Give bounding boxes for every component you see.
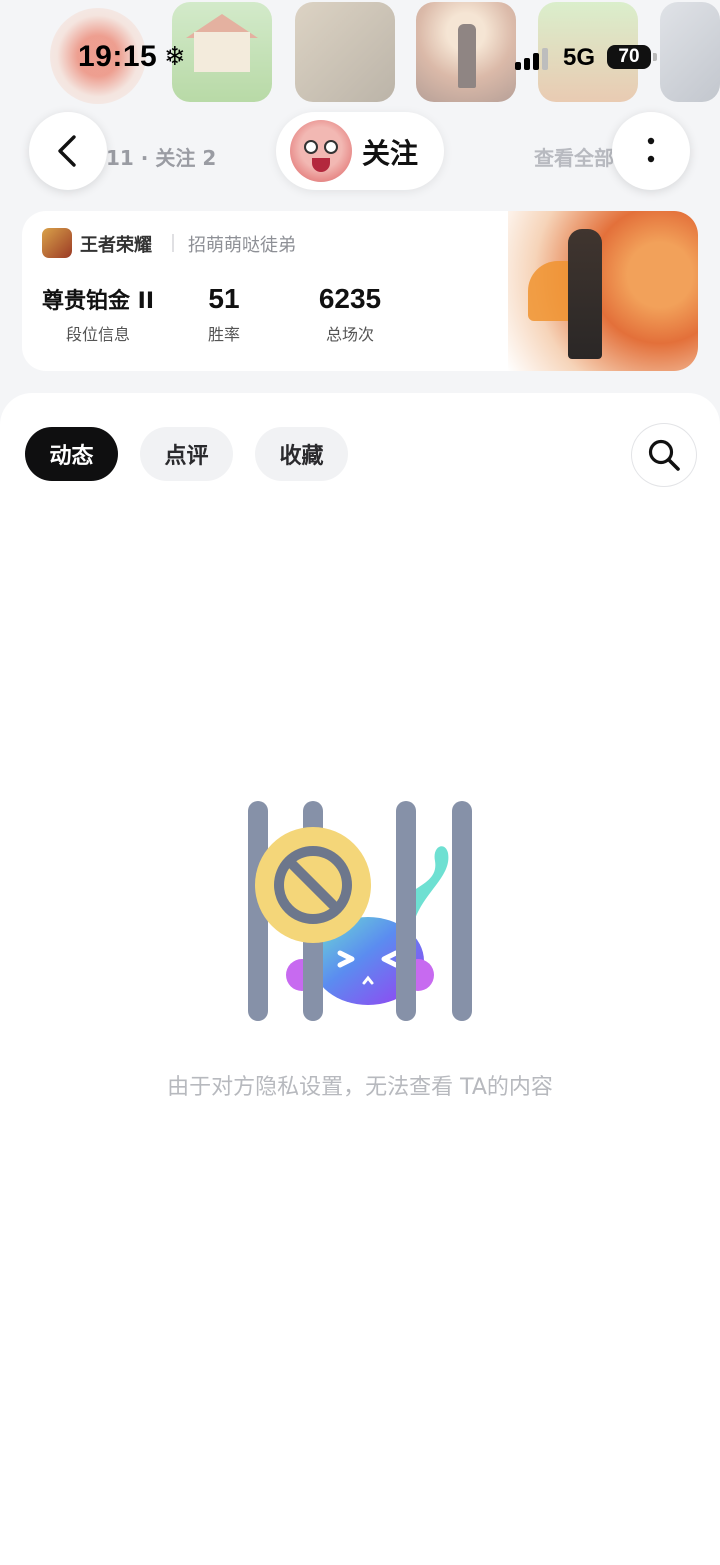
tab-feed[interactable]: 动态 xyxy=(25,427,118,481)
stat-label: 胜率 xyxy=(207,325,240,344)
stat-value: 6235 xyxy=(318,283,382,314)
network-type: 5G xyxy=(563,44,596,71)
avatar-eye xyxy=(324,140,338,154)
hero-figure xyxy=(568,229,602,359)
game-logo-icon xyxy=(42,228,72,258)
game-name: 王者荣耀 xyxy=(80,235,152,256)
stat-value: 51 xyxy=(208,283,240,314)
back-button[interactable] xyxy=(29,112,107,190)
signal-icon xyxy=(515,48,551,70)
stat-label: 段位信息 xyxy=(65,325,130,344)
follow-label: 关注 xyxy=(362,137,419,170)
battery-icon: 70 xyxy=(607,45,651,69)
privacy-blocked-illustration xyxy=(248,801,472,1021)
avatar-mouth xyxy=(312,158,330,172)
vertical-dots-icon xyxy=(647,137,655,163)
tab-favorites[interactable]: 收藏 xyxy=(255,427,348,481)
status-time: 19:15 xyxy=(78,40,158,73)
avatar xyxy=(290,120,352,182)
stat-total-games: 6235 总场次 xyxy=(292,283,408,345)
see-all-link[interactable]: 查看全部 xyxy=(534,142,614,171)
stat-rank: 尊贵铂金 II 段位信息 xyxy=(36,283,160,345)
search-icon xyxy=(648,439,680,471)
chevron-left-icon xyxy=(58,135,76,167)
hero-artwork xyxy=(508,211,698,371)
game-nickname: 招萌萌哒徒弟 xyxy=(188,235,296,256)
follow-button[interactable]: 关注 xyxy=(276,112,444,190)
status-bar: 19:15 ❄ 5G 70 xyxy=(0,36,720,84)
divider xyxy=(172,234,174,252)
empty-state-message: 由于对方隐私设置，无法查看 TA的内容 xyxy=(167,1075,553,1100)
battery-tip xyxy=(653,53,657,61)
stat-label: 总场次 xyxy=(325,325,374,344)
avatar-eye xyxy=(304,140,318,154)
follow-stats[interactable]: 11 · 关注 2 xyxy=(106,142,216,171)
stat-value: 尊贵铂金 II xyxy=(41,289,155,314)
snowflake-icon: ❄ xyxy=(164,42,186,72)
search-button[interactable] xyxy=(631,423,697,487)
game-profile-card[interactable]: 王者荣耀 招萌萌哒徒弟 尊贵铂金 II 段位信息 51 胜率 6235 总场次 xyxy=(22,211,698,371)
stat-win-rate: 51 胜率 xyxy=(192,283,256,345)
content-sheet: 动态 点评 收藏 由于对方隐私设置，无法查看 TA的内容 xyxy=(0,393,720,1565)
more-options-button[interactable] xyxy=(612,112,690,190)
tab-reviews[interactable]: 点评 xyxy=(140,427,233,481)
